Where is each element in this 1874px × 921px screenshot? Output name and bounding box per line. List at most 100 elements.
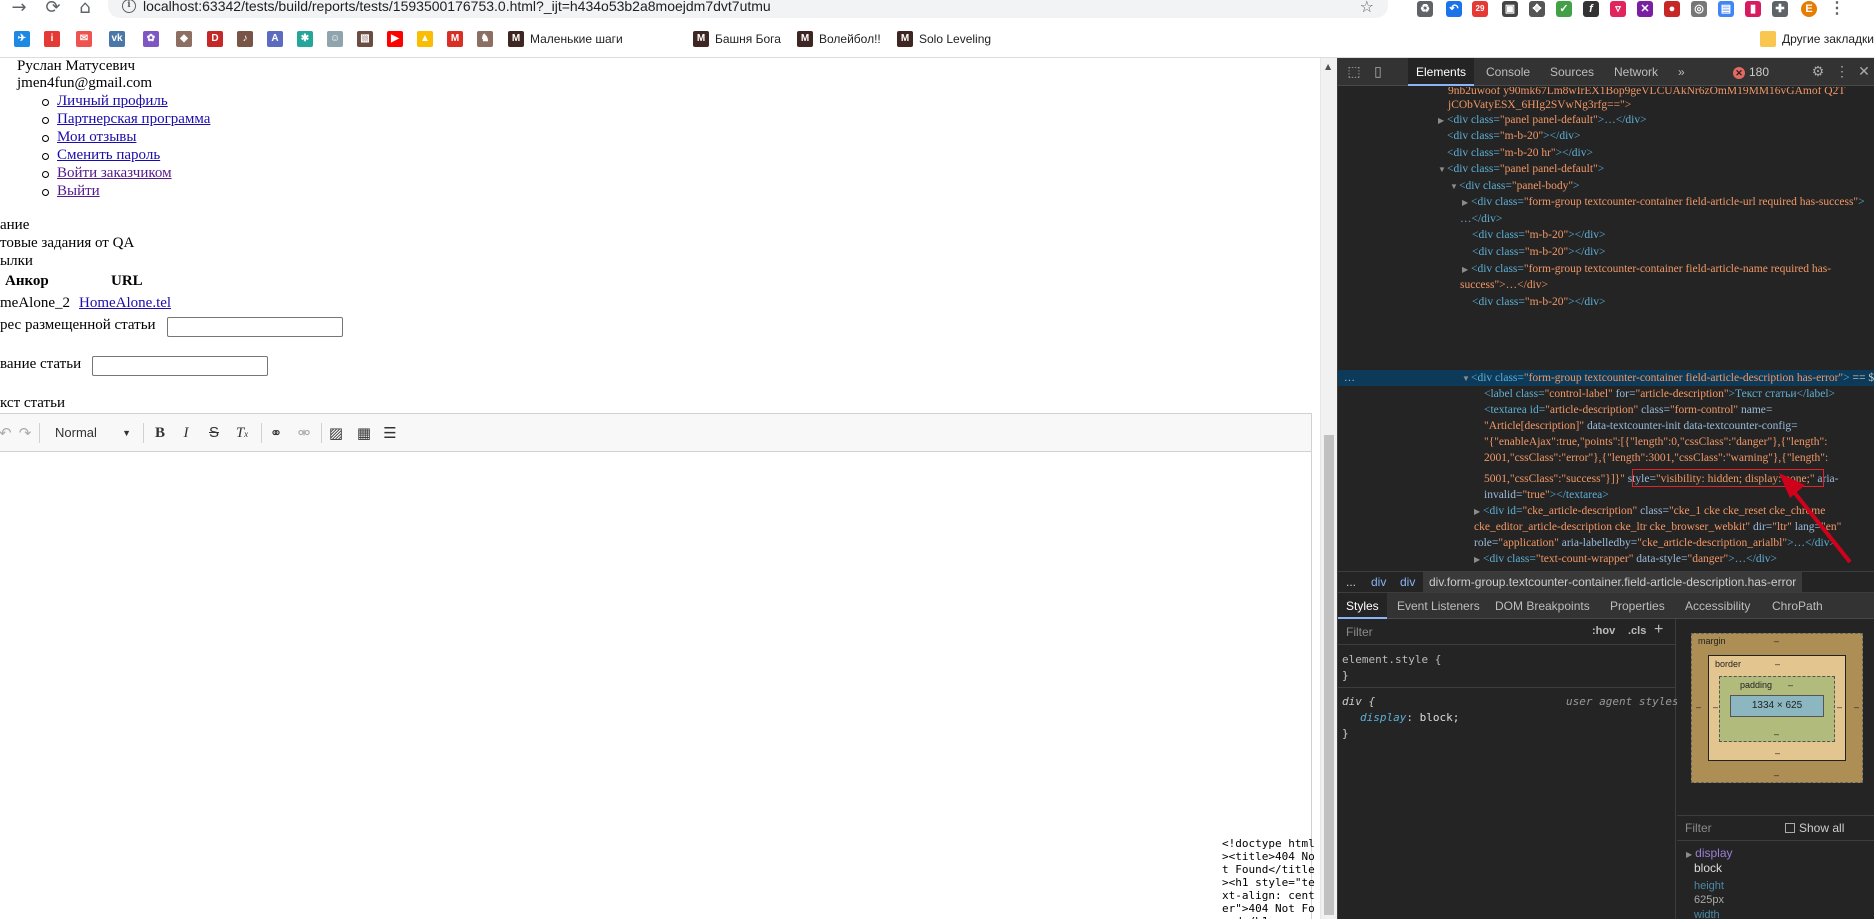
breadcrumb-div[interactable]: div <box>1400 572 1415 592</box>
menu-link-change-password[interactable]: Сменить пароль <box>57 147 160 164</box>
link-icon[interactable]: ⚭ <box>267 424 285 442</box>
subtab-dom-breakpoints[interactable]: DOM Breakpoints <box>1487 593 1598 619</box>
table-cell-url-link[interactable]: HomeAlone.tel <box>79 295 171 312</box>
remove-format-icon[interactable]: Tx <box>233 424 251 442</box>
undo-icon[interactable]: ↶ <box>0 424 12 442</box>
extension-red-icon[interactable]: ● <box>1664 1 1680 17</box>
table-icon[interactable]: ▦ <box>355 424 373 442</box>
show-all-checkbox[interactable]: Show all <box>1785 821 1844 835</box>
menu-link-login-as-customer[interactable]: Войти заказчиком <box>57 165 172 182</box>
tab-console[interactable]: Console <box>1478 58 1538 86</box>
horizontal-line-icon[interactable]: ☰ <box>381 424 399 442</box>
computed-prop-height[interactable]: height <box>1694 880 1724 892</box>
extensions-puzzle-icon[interactable]: ✚ <box>1772 1 1788 17</box>
breadcrumb-ellipsis[interactable]: ... <box>1346 572 1356 592</box>
bookmark-item-solo-leveling[interactable]: M Solo Leveling <box>897 28 991 50</box>
bookmark-item-volleyball[interactable]: M Волейбол!! <box>797 28 881 50</box>
inspect-element-icon[interactable]: ⬚ <box>1346 63 1362 79</box>
bookmark-item-small-steps[interactable]: M Маленькие шаги <box>508 28 623 50</box>
dom-tree[interactable]: … 9nb2uwoof y90mk67Lm8wIrEX1Bop9geVLCUAk… <box>1338 87 1874 571</box>
bookmark-gmail-icon[interactable]: M <box>447 28 469 50</box>
bookmark-bird-icon[interactable]: ✈ <box>14 28 36 50</box>
other-bookmarks-folder[interactable]: Другие закладки <box>1760 28 1874 50</box>
computed-filter-input[interactable]: Filter <box>1685 821 1712 835</box>
bookmark-youtube-icon[interactable]: ▶ <box>387 28 409 50</box>
image-icon[interactable]: ▨ <box>327 424 345 442</box>
styles-filter-input[interactable]: Filter <box>1342 622 1582 642</box>
bookmark-vk-icon[interactable]: vk <box>109 28 131 50</box>
element-style-rule[interactable]: element.style { <box>1342 653 1441 666</box>
breadcrumb-current[interactable]: div.form-group.textcounter-container.fie… <box>1423 572 1803 592</box>
bookmark-as-icon[interactable]: A <box>267 28 289 50</box>
box-model-content-size[interactable]: 1334 × 625 <box>1730 695 1824 717</box>
computed-prop-display[interactable]: ▶ display <box>1686 846 1733 860</box>
class-toggle[interactable]: .cls <box>1628 625 1646 637</box>
extension-cross-icon[interactable]: ✕ <box>1637 1 1653 17</box>
scrollbar-thumb[interactable] <box>1324 435 1334 915</box>
home-icon[interactable]: ⌂ <box>74 0 96 18</box>
settings-gear-icon[interactable]: ⚙ <box>1810 63 1826 79</box>
article-url-input[interactable] <box>167 317 343 337</box>
redo-icon[interactable]: ↷ <box>17 424 33 442</box>
extension-pocket-icon[interactable]: ▿ <box>1610 1 1626 17</box>
format-dropdown[interactable]: Normal ▼ <box>45 423 137 443</box>
extension-move-icon[interactable]: ✥ <box>1529 1 1545 17</box>
div-rule-selector[interactable]: div { <box>1342 695 1375 708</box>
forward-icon[interactable]: → <box>8 0 30 18</box>
extension-lightbulb-icon[interactable]: ◎ <box>1691 1 1707 17</box>
menu-link-reviews[interactable]: Мои отзывы <box>57 129 136 146</box>
more-tabs-button[interactable]: » <box>1670 58 1693 86</box>
bookmark-item-tower-of-god[interactable]: M Башня Бога <box>693 28 781 50</box>
bookmark-music-icon[interactable]: ♪ <box>237 28 259 50</box>
box-model-margin[interactable]: margin – – – – border – – – – padding – … <box>1691 633 1863 783</box>
box-model-padding[interactable]: padding – – 1334 × 625 <box>1719 676 1835 742</box>
computed-prop-width[interactable]: width <box>1694 909 1720 921</box>
hover-state-toggle[interactable]: :hov <box>1592 625 1615 637</box>
tab-network[interactable]: Network <box>1606 58 1666 86</box>
extension-recycle-icon[interactable]: ♻ <box>1417 1 1433 17</box>
tab-elements[interactable]: Elements <box>1408 58 1475 86</box>
subtab-styles[interactable]: Styles <box>1338 593 1387 619</box>
bold-icon[interactable]: B <box>151 424 169 442</box>
close-devtools-icon[interactable]: ✕ <box>1856 63 1872 79</box>
device-toolbar-icon[interactable]: ▯ <box>1370 63 1386 79</box>
reload-icon[interactable]: ⟳ <box>42 0 64 18</box>
menu-link-partner[interactable]: Партнерская программа <box>57 111 210 128</box>
strikethrough-icon[interactable]: S <box>205 424 223 442</box>
extension-doc-icon[interactable]: ▤ <box>1718 1 1734 17</box>
extension-undo-icon[interactable]: ↶ <box>1446 1 1462 17</box>
tab-sources[interactable]: Sources <box>1542 58 1602 86</box>
box-model-border[interactable]: border – – – – padding – – 1334 × 625 <box>1708 655 1846 761</box>
extension-check-icon[interactable]: ✓ <box>1556 1 1572 17</box>
bookmark-star-icon[interactable]: ✱ <box>297 28 319 50</box>
extension-bookmark-icon[interactable]: ▮ <box>1745 1 1761 17</box>
extension-printer-icon[interactable]: ▣ <box>1502 1 1518 17</box>
url-text[interactable]: localhost:63342/tests/build/reports/test… <box>143 0 771 14</box>
new-rule-icon[interactable]: + <box>1654 621 1663 639</box>
breadcrumb-div[interactable]: div <box>1371 572 1386 592</box>
site-info-icon[interactable]: i <box>122 0 136 13</box>
bookmark-drive-icon[interactable]: ▲ <box>417 28 439 50</box>
scroll-up-icon[interactable]: ▲ <box>1325 62 1331 71</box>
article-name-input[interactable] <box>92 356 268 376</box>
omnibox[interactable]: i localhost:63342/tests/build/reports/te… <box>108 0 1388 18</box>
bookmark-d-icon[interactable]: D <box>207 28 229 50</box>
menu-link-profile[interactable]: Личный профиль <box>57 93 168 110</box>
bookmark-ghost-icon[interactable]: ✿ <box>143 28 165 50</box>
subtab-accessibility[interactable]: Accessibility <box>1677 593 1758 619</box>
unlink-icon[interactable]: ⚮ <box>295 424 313 442</box>
bookmark-mail-icon[interactable]: ✉ <box>76 28 98 50</box>
page-scrollbar[interactable]: ▲ <box>1320 58 1337 919</box>
bookmark-diamond-icon[interactable]: ◆ <box>176 28 198 50</box>
bookmark-book-icon[interactable]: ▧ <box>357 28 379 50</box>
bookmark-star-icon[interactable]: ☆ <box>1360 0 1374 16</box>
menu-link-logout[interactable]: Выйти <box>57 183 100 200</box>
italic-icon[interactable]: I <box>177 424 195 442</box>
browser-menu-icon[interactable]: ⋮ <box>1829 1 1845 17</box>
bookmark-figure-icon[interactable]: ♞ <box>477 28 499 50</box>
subtab-properties[interactable]: Properties <box>1602 593 1673 619</box>
extension-badge-icon[interactable]: 29 <box>1472 1 1488 17</box>
subtab-chropath[interactable]: ChroPath <box>1764 593 1831 619</box>
devtools-menu-icon[interactable]: ⋮ <box>1834 63 1850 79</box>
display-declaration[interactable]: display: block; <box>1360 711 1459 724</box>
